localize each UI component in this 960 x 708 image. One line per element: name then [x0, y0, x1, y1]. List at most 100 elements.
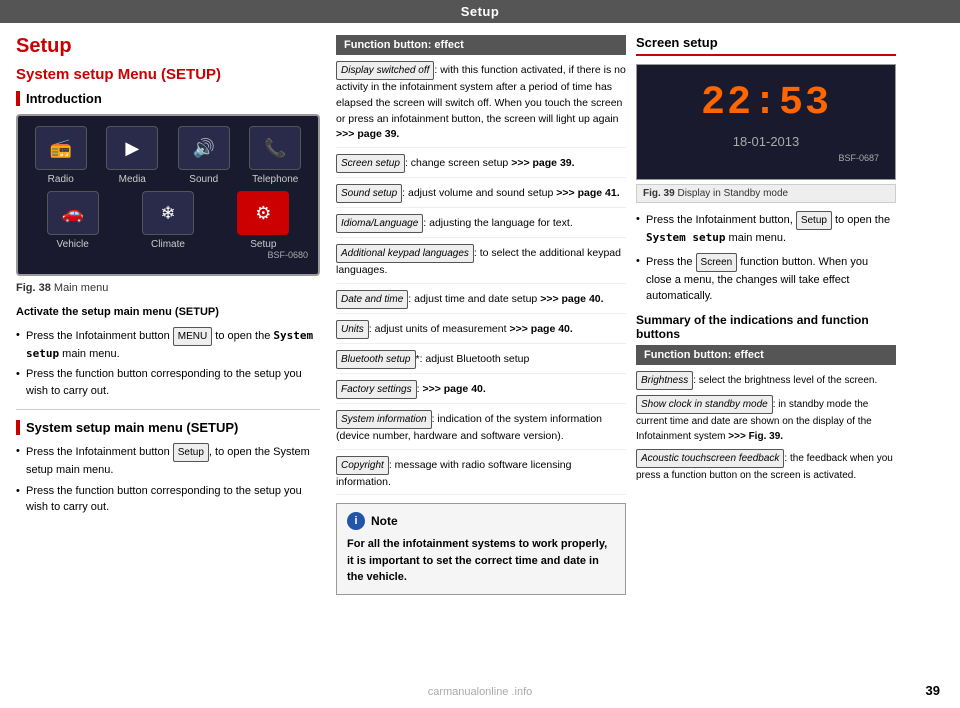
- func-item-screen-setup: Screen setup: change screen setup >>> pa…: [336, 154, 626, 178]
- menu-btn: MENU: [173, 327, 212, 346]
- brightness-tag: Brightness: [636, 371, 693, 390]
- menu-screenshot: 📻 Radio ▶ Media 🔊 Sound: [16, 114, 320, 276]
- system-bullet-2: Press the function button corresponding …: [16, 483, 320, 516]
- screen-btn-right: Screen: [696, 253, 738, 272]
- telephone-icon-box: 📞: [249, 126, 301, 170]
- left-column: Setup System setup Menu (SETUP) Introduc…: [16, 35, 336, 595]
- climate-icon-box: ❄: [142, 191, 194, 235]
- acoustic-tag: Acoustic touchscreen feedback: [636, 449, 784, 468]
- vehicle-icon: 🚗: [61, 203, 83, 224]
- main-content: Setup System setup Menu (SETUP) Introduc…: [0, 23, 960, 607]
- right-func-header: Function button: effect: [636, 345, 896, 365]
- media-icon-box: ▶: [106, 126, 158, 170]
- menu-item-climate: ❄ Climate: [123, 191, 212, 250]
- setup-icon: ⚙: [255, 203, 271, 224]
- language-tag: Idioma/Language: [336, 214, 423, 233]
- media-icon: ▶: [125, 138, 139, 159]
- fig38-text: Main menu: [54, 282, 108, 294]
- radio-label: Radio: [48, 174, 74, 185]
- page-number: 39: [926, 683, 940, 698]
- func-item-display-off: Display switched off: with this function…: [336, 61, 626, 148]
- menu-grid-top: 📻 Radio ▶ Media 🔊 Sound: [28, 126, 308, 185]
- right-column: Screen setup 22:53 18-01-2013 BSF-0687 F…: [636, 35, 896, 595]
- fig39-caption: Fig. 39 Display in Standby mode: [636, 184, 896, 203]
- func-header: Function button: effect: [336, 35, 626, 55]
- func-item-units: Units: adjust units of measurement >>> p…: [336, 320, 626, 344]
- setup-btn: Setup: [173, 443, 209, 462]
- climate-icon: ❄: [160, 203, 175, 224]
- screen-setup-tag: Screen setup: [336, 154, 405, 173]
- activate-title-text: Activate the setup main menu (SETUP): [16, 306, 219, 318]
- sysinfo-tag: System information: [336, 410, 432, 429]
- system-bullet-1: Press the Infotainment button Setup, to …: [16, 443, 320, 479]
- func-item-copyright: Copyright: message with radio software l…: [336, 456, 626, 496]
- sound-setup-tag: Sound setup: [336, 184, 402, 203]
- right-bullet-1: Press the Infotainment button, Setup to …: [636, 211, 896, 247]
- menu-item-vehicle: 🚗 Vehicle: [28, 191, 117, 250]
- system-setup-bar-label: System setup main menu (SETUP): [26, 420, 238, 435]
- activate-bullet-1: Press the Infotainment button MENU to op…: [16, 327, 320, 363]
- middle-column: Function button: effect Display switched…: [336, 35, 636, 595]
- vehicle-icon-box: 🚗: [47, 191, 99, 235]
- bsf-label: BSF-0680: [28, 250, 308, 260]
- note-label: Note: [371, 514, 398, 528]
- page: Setup Setup System setup Menu (SETUP) In…: [0, 0, 960, 708]
- setup-title: Setup: [16, 35, 320, 58]
- clock-display: 22:53 18-01-2013 BSF-0687: [636, 64, 896, 180]
- clock-standby-tag: Show clock in standby mode: [636, 395, 773, 414]
- menu-item-media: ▶ Media: [100, 126, 166, 185]
- right-func-clock-standby: Show clock in standby mode: in standby m…: [636, 395, 896, 444]
- fig39-text: Display in Standby mode: [677, 188, 788, 199]
- screen-header: Screen setup: [636, 35, 896, 56]
- fig38-caption: Fig. 38 Main menu: [16, 282, 320, 294]
- display-off-tag: Display switched off: [336, 61, 434, 80]
- setup-label: Setup: [250, 239, 276, 250]
- keypad-tag: Additional keypad languages: [336, 244, 474, 263]
- clock-date: 18-01-2013: [653, 134, 879, 149]
- func-item-sound-setup: Sound setup: adjust volume and sound set…: [336, 184, 626, 208]
- func-item-factory: Factory settings: >>> page 40.: [336, 380, 626, 404]
- sound-label: Sound: [189, 174, 218, 185]
- activate-bullet-2: Press the function button corresponding …: [16, 366, 320, 399]
- watermark: carmanualonline .info: [428, 686, 533, 698]
- date-time-tag: Date and time: [336, 290, 408, 309]
- menu-grid-bottom: 🚗 Vehicle ❄ Climate ⚙ Setu: [28, 191, 308, 250]
- system-setup-title: System setup Menu (SETUP): [16, 66, 320, 83]
- clock-time: 22:53: [653, 81, 879, 126]
- top-bar-label: Setup: [461, 4, 500, 19]
- bluetooth-tag: Bluetooth setup: [336, 350, 416, 369]
- note-header: i Note: [347, 512, 615, 530]
- media-label: Media: [119, 174, 146, 185]
- climate-label: Climate: [151, 239, 185, 250]
- menu-item-radio: 📻 Radio: [28, 126, 94, 185]
- note-box: i Note For all the infotainment systems …: [336, 503, 626, 595]
- fig39-ref: Fig. 39: [643, 188, 675, 199]
- telephone-icon: 📞: [264, 138, 286, 159]
- note-icon: i: [347, 512, 365, 530]
- radio-icon: 📻: [50, 138, 72, 159]
- right-func-brightness: Brightness: select the brightness level …: [636, 371, 896, 390]
- setup-btn-right: Setup: [796, 211, 832, 230]
- menu-item-setup: ⚙ Setup: [219, 191, 308, 250]
- setup-icon-box: ⚙: [237, 191, 289, 235]
- intro-bar: Introduction: [16, 91, 320, 106]
- right-func-acoustic: Acoustic touchscreen feedback: the feedb…: [636, 449, 896, 483]
- system-setup-bar: System setup main menu (SETUP): [16, 420, 320, 435]
- func-item-bluetooth: Bluetooth setup*: adjust Bluetooth setup: [336, 350, 626, 374]
- func-item-sysinfo: System information: indication of the sy…: [336, 410, 626, 450]
- vehicle-label: Vehicle: [57, 239, 89, 250]
- units-tag: Units: [336, 320, 369, 339]
- top-bar: Setup: [0, 0, 960, 23]
- clock-fig-ref: BSF-0687: [653, 153, 879, 163]
- telephone-label: Telephone: [252, 174, 298, 185]
- radio-icon-box: 📻: [35, 126, 87, 170]
- note-text: For all the infotainment systems to work…: [347, 536, 615, 586]
- intro-label: Introduction: [26, 91, 102, 106]
- copyright-tag: Copyright: [336, 456, 389, 475]
- right-bullet-2: Press the Screen function button. When y…: [636, 253, 896, 305]
- fig38-ref: Fig. 38: [16, 282, 51, 294]
- factory-tag: Factory settings: [336, 380, 417, 399]
- func-item-date-time: Date and time: adjust time and date setu…: [336, 290, 626, 314]
- func-item-language: Idioma/Language: adjusting the language …: [336, 214, 626, 238]
- menu-item-sound: 🔊 Sound: [171, 126, 237, 185]
